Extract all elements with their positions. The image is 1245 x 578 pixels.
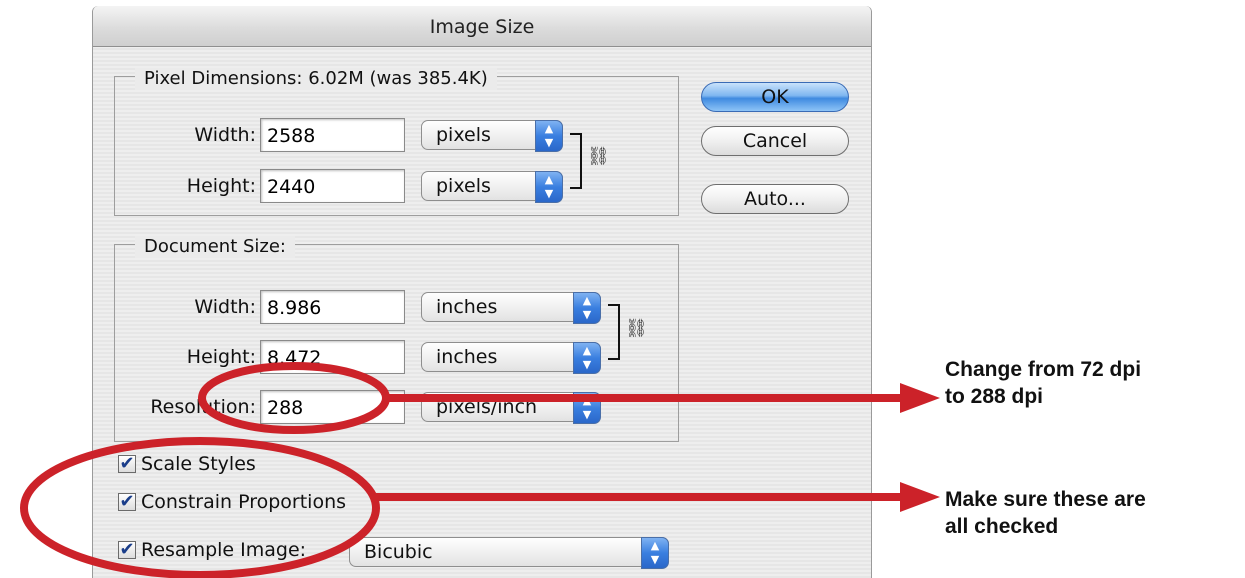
resolution-annotation-line2: to 288 dpi bbox=[945, 385, 1044, 408]
checkbox-annotation: Make sure these are all checked bbox=[945, 486, 1146, 540]
checkbox-annotation-line1: Make sure these are bbox=[945, 488, 1146, 511]
resolution-annotation: Change from 72 dpi to 288 dpi bbox=[945, 356, 1141, 410]
checkbox-highlight-ellipse bbox=[20, 437, 380, 578]
checkbox-annotation-line2: all checked bbox=[945, 515, 1059, 538]
resolution-arrow-head bbox=[900, 383, 940, 413]
checkbox-arrow-head bbox=[900, 482, 940, 512]
resolution-annotation-line1: Change from 72 dpi bbox=[945, 358, 1142, 381]
resolution-highlight-ellipse bbox=[198, 362, 390, 434]
